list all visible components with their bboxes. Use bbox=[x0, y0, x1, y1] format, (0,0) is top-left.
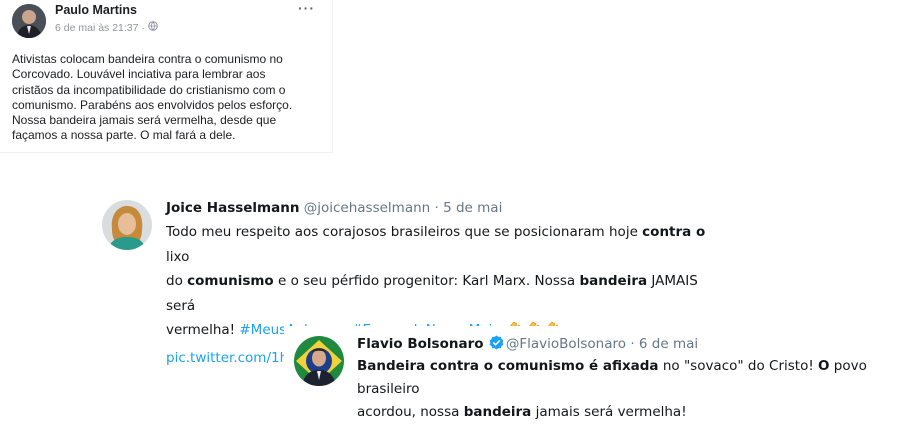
text-segment: vermelha! bbox=[166, 322, 240, 339]
author-handle[interactable]: @joicehasselmann bbox=[299, 200, 431, 216]
tweet-flavio-bolsonaro: Flavio Bolsonaro @FlavioBolsonaro · 6 de… bbox=[284, 326, 914, 420]
more-options-button[interactable]: ··· bbox=[298, 0, 315, 16]
bold-segment: bandeira bbox=[463, 404, 532, 420]
bold-segment: O bbox=[818, 358, 830, 374]
post-timestamp[interactable]: 6 de mai às 21:37 · bbox=[55, 21, 158, 34]
author-handle[interactable]: @FlavioBolsonaro bbox=[506, 336, 626, 352]
author-name[interactable]: Joice Hasselmann bbox=[166, 200, 299, 216]
tweet-joice-hasselmann: Joice Hasselmann @joicehasselmann · 5 de… bbox=[94, 191, 722, 366]
verified-badge-icon bbox=[489, 335, 504, 354]
tweet-header: Joice Hasselmann @joicehasselmann · 5 de… bbox=[166, 200, 502, 216]
paulo-martins-avatar[interactable] bbox=[12, 4, 46, 38]
text-segment: lixo bbox=[166, 248, 190, 265]
text-segment: e o seu pérfido progenitor: Karl Marx. N… bbox=[273, 273, 580, 290]
tweet-date[interactable]: · 6 de mai bbox=[626, 336, 698, 352]
timestamp-text: 6 de mai às 21:37 · bbox=[55, 21, 145, 34]
flavio-bolsonaro-avatar[interactable] bbox=[294, 336, 344, 386]
post-text: Ativistas colocam bandeira contra o comu… bbox=[12, 52, 293, 143]
joice-hasselmann-avatar[interactable] bbox=[102, 200, 152, 250]
author-name[interactable]: Flavio Bolsonaro bbox=[357, 336, 484, 352]
text-segment: acordou, nossa bbox=[357, 404, 464, 420]
bold-segment: bandeira bbox=[579, 273, 648, 290]
tweet-text: Bandeira contra o comunismo é afixada no… bbox=[357, 355, 913, 424]
text-segment: Todo meu respeito aos corajosos brasilei… bbox=[166, 224, 643, 240]
text-segment: do bbox=[166, 273, 188, 290]
tweet-header: Flavio Bolsonaro @FlavioBolsonaro · 6 de… bbox=[357, 335, 698, 354]
globe-icon bbox=[148, 21, 158, 34]
bold-segment: Bandeira contra o comunismo é afixada bbox=[357, 358, 659, 374]
text-segment: no "sovaco" do Cristo! bbox=[658, 358, 819, 374]
text-segment: jamais será vermelha! bbox=[531, 404, 687, 420]
tweet-date[interactable]: · 5 de mai bbox=[430, 200, 503, 216]
post-author-name[interactable]: Paulo Martins bbox=[55, 3, 137, 17]
bold-segment: contra o bbox=[642, 224, 706, 240]
facebook-post-card: Paulo Martins 6 de mai às 21:37 · ··· At… bbox=[0, 0, 332, 152]
bold-segment: comunismo bbox=[187, 273, 274, 290]
